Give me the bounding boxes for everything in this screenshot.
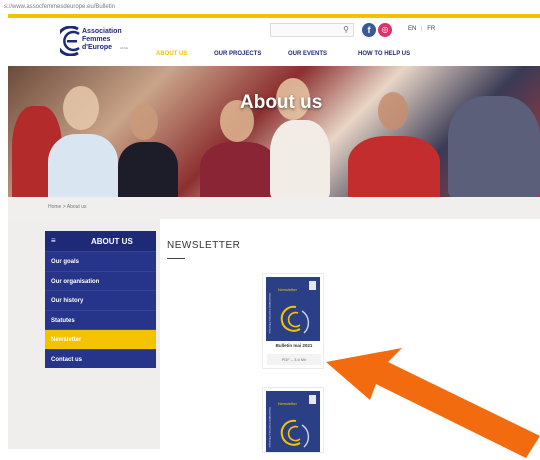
sidebar-title: ABOUT US [91,237,133,246]
site-header: Association Femmes d'Europe AFCE ⚲ f ◎ E… [8,18,540,66]
annotation-arrow-icon [326,348,540,458]
site-logo[interactable]: Association Femmes d'Europe AFCE [60,26,140,60]
search-input[interactable]: ⚲ [270,23,354,37]
sidebar-item-our-organisation[interactable]: Our organisation [45,270,156,290]
title-underline [167,258,185,259]
bulletin-cover[interactable]: Newsletter Association Femmes d'Europe [266,391,320,452]
search-icon[interactable]: ⚲ [343,25,349,34]
hero-figure [130,104,158,140]
hero-figure [348,136,440,197]
sidebar-item-newsletter[interactable]: Newsletter [45,329,156,349]
hero-figure [48,134,118,197]
address-bar-url[interactable]: s://www.assocfemmesdeurope.eu/Bulletin [0,0,540,14]
website: Association Femmes d'Europe AFCE ⚲ f ◎ E… [8,18,540,458]
hero-figure [118,142,178,197]
logo-line-1: Association [82,28,122,35]
logo-line-2: Femmes [82,36,111,43]
sidebar-item-contact-us[interactable]: Contact us [45,348,156,368]
nav-our-projects[interactable]: OUR PROJECTS [214,51,261,57]
cover-emblem-icon [280,419,310,448]
sidebar-item-our-goals[interactable]: Our goals [45,251,156,271]
sidebar-header: ≡ ABOUT US [45,231,156,251]
bulletin-file-info[interactable]: PDF – 3.6 Mb [267,354,321,365]
hero-figure [378,92,408,130]
sidebar-menu: ≡ ABOUT US Our goals Our organisation Ou… [45,231,156,368]
cover-emblem-icon [280,305,310,334]
breadcrumb[interactable]: Home > About us [8,197,540,219]
bulletin-title[interactable]: Bulletin mai 2021 [263,343,325,348]
hero-figure [448,96,540,197]
logo-line-3: d'Europe [82,44,113,51]
menu-icon[interactable]: ≡ [51,236,56,245]
facebook-icon[interactable]: f [362,23,376,37]
hero-figure [270,120,330,197]
page-title: NEWSLETTER [167,240,241,251]
logo-tag: AFCE [120,46,129,50]
sidebar-item-statutes[interactable]: Statutes [45,309,156,329]
nav-how-to-help-us[interactable]: HOW TO HELP US [358,51,410,57]
lang-en[interactable]: EN [408,26,416,32]
nav-our-events[interactable]: OUR EVENTS [288,51,327,57]
language-switcher: EN | FR [408,26,435,32]
instagram-icon[interactable]: ◎ [378,23,392,37]
lang-fr[interactable]: FR [427,26,435,32]
hero-title: About us [240,92,323,113]
hero-figure [63,86,99,130]
nav-about-us[interactable]: ABOUT US [156,51,187,57]
hero-banner: About us [8,66,540,197]
afe-logo-icon [60,26,80,56]
bulletin-card[interactable]: Newsletter Association Femmes d'Europe B… [262,273,324,369]
bulletin-card[interactable]: Newsletter Association Femmes d'Europe [262,387,324,453]
lang-separator: | [421,26,423,32]
bulletin-cover[interactable]: Newsletter Association Femmes d'Europe [266,277,320,341]
sidebar-item-our-history[interactable]: Our history [45,290,156,310]
hero-figure [200,142,278,197]
